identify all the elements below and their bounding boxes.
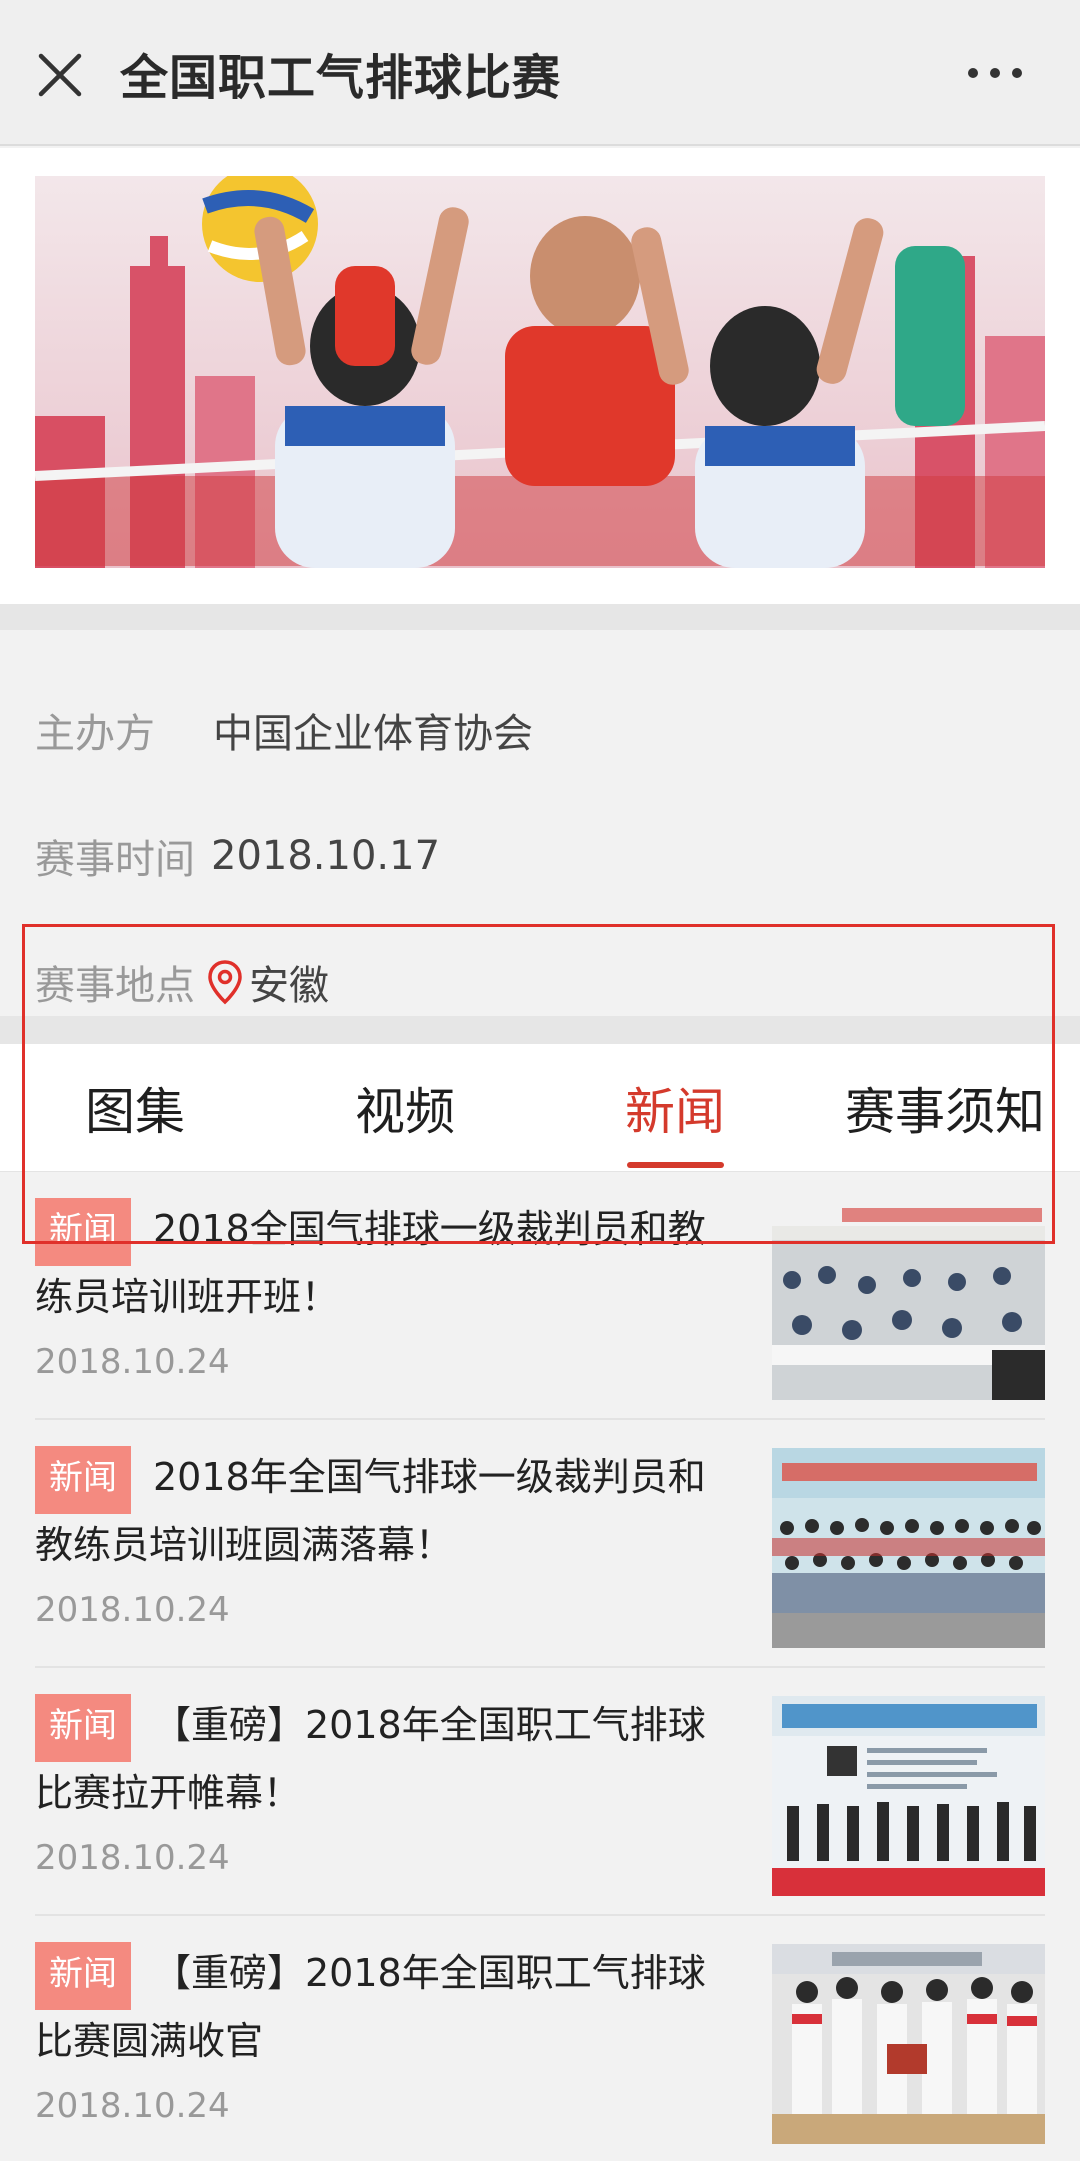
news-badge: 新闻 [35, 1198, 131, 1266]
banner-image[interactable] [35, 176, 1045, 568]
news-date: 2018.10.24 [35, 1590, 230, 1630]
organizer-label: 主办方 [35, 711, 155, 757]
news-item[interactable]: 新闻 2018年全国气排球一级裁判员和教练员培训班圆满落幕！ 2018.10.24 [35, 1420, 1045, 1668]
tab-news[interactable]: 新闻 [540, 1044, 810, 1172]
tab-video[interactable]: 视频 [270, 1044, 540, 1172]
news-badge: 新闻 [35, 1446, 131, 1514]
news-badge: 新闻 [35, 1942, 131, 2010]
news-title: 【重磅】2018年全国职工气排球比赛拉开帷幕！ [35, 1703, 706, 1815]
news-title: 2018全国气排球一级裁判员和教练员培训班开班！ [35, 1207, 706, 1319]
news-date: 2018.10.24 [35, 2086, 230, 2126]
tab-event-notice[interactable]: 赛事须知 [810, 1044, 1080, 1172]
time-row: 赛事时间 2018.10.17 [35, 826, 440, 886]
location-row[interactable]: 赛事地点 安徽 [35, 952, 329, 1012]
news-title-wrap: 新闻 【重磅】2018年全国职工气排球比赛圆满收官 [35, 1942, 735, 2072]
active-tab-indicator [627, 1162, 724, 1168]
banner-section [0, 148, 1080, 604]
news-list: 新闻 2018全国气排球一级裁判员和教练员培训班开班！ 2018.10.24 新闻… [0, 1172, 1080, 2161]
location-pin-icon [208, 960, 242, 1005]
news-item[interactable]: 新闻 【重磅】2018年全国职工气排球比赛圆满收官 2018.10.24 [35, 1916, 1045, 2161]
news-date: 2018.10.24 [35, 1342, 230, 1382]
news-thumbnail [772, 1696, 1045, 1896]
more-icon[interactable] [965, 58, 1025, 88]
close-icon[interactable] [35, 50, 85, 100]
organizer-row: 主办方 中国企业体育协会 [35, 700, 533, 760]
organizer-value: 中国企业体育协会 [213, 711, 533, 757]
page-title: 全国职工气排球比赛 [120, 50, 562, 106]
news-thumbnail [772, 1448, 1045, 1648]
news-thumbnail [772, 1200, 1045, 1400]
tab-gallery[interactable]: 图集 [0, 1044, 270, 1172]
news-badge: 新闻 [35, 1694, 131, 1762]
top-bar: 全国职工气排球比赛 [0, 0, 1080, 146]
section-divider [0, 604, 1080, 630]
news-title: 2018年全国气排球一级裁判员和教练员培训班圆满落幕！ [35, 1455, 706, 1567]
location-label: 赛事地点 [35, 963, 195, 1009]
news-title-wrap: 新闻 2018年全国气排球一级裁判员和教练员培训班圆满落幕！ [35, 1446, 735, 1576]
news-date: 2018.10.24 [35, 1838, 230, 1878]
location-value: 安徽 [249, 963, 329, 1009]
section-divider [0, 1016, 1080, 1044]
news-title-wrap: 新闻 2018全国气排球一级裁判员和教练员培训班开班！ [35, 1198, 735, 1328]
news-item[interactable]: 新闻 2018全国气排球一级裁判员和教练员培训班开班！ 2018.10.24 [35, 1172, 1045, 1420]
news-title-wrap: 新闻 【重磅】2018年全国职工气排球比赛拉开帷幕！ [35, 1694, 735, 1824]
event-info: 主办方 中国企业体育协会 赛事时间 2018.10.17 赛事地点 安徽 [0, 630, 1080, 1016]
tab-bar: 图集 视频 新闻 赛事须知 [0, 1044, 1080, 1172]
time-label: 赛事时间 [35, 837, 195, 883]
news-item[interactable]: 新闻 【重磅】2018年全国职工气排球比赛拉开帷幕！ 2018.10.24 [35, 1668, 1045, 1916]
news-title: 【重磅】2018年全国职工气排球比赛圆满收官 [35, 1951, 706, 2063]
news-thumbnail [772, 1944, 1045, 2144]
time-value: 2018.10.17 [211, 833, 441, 879]
